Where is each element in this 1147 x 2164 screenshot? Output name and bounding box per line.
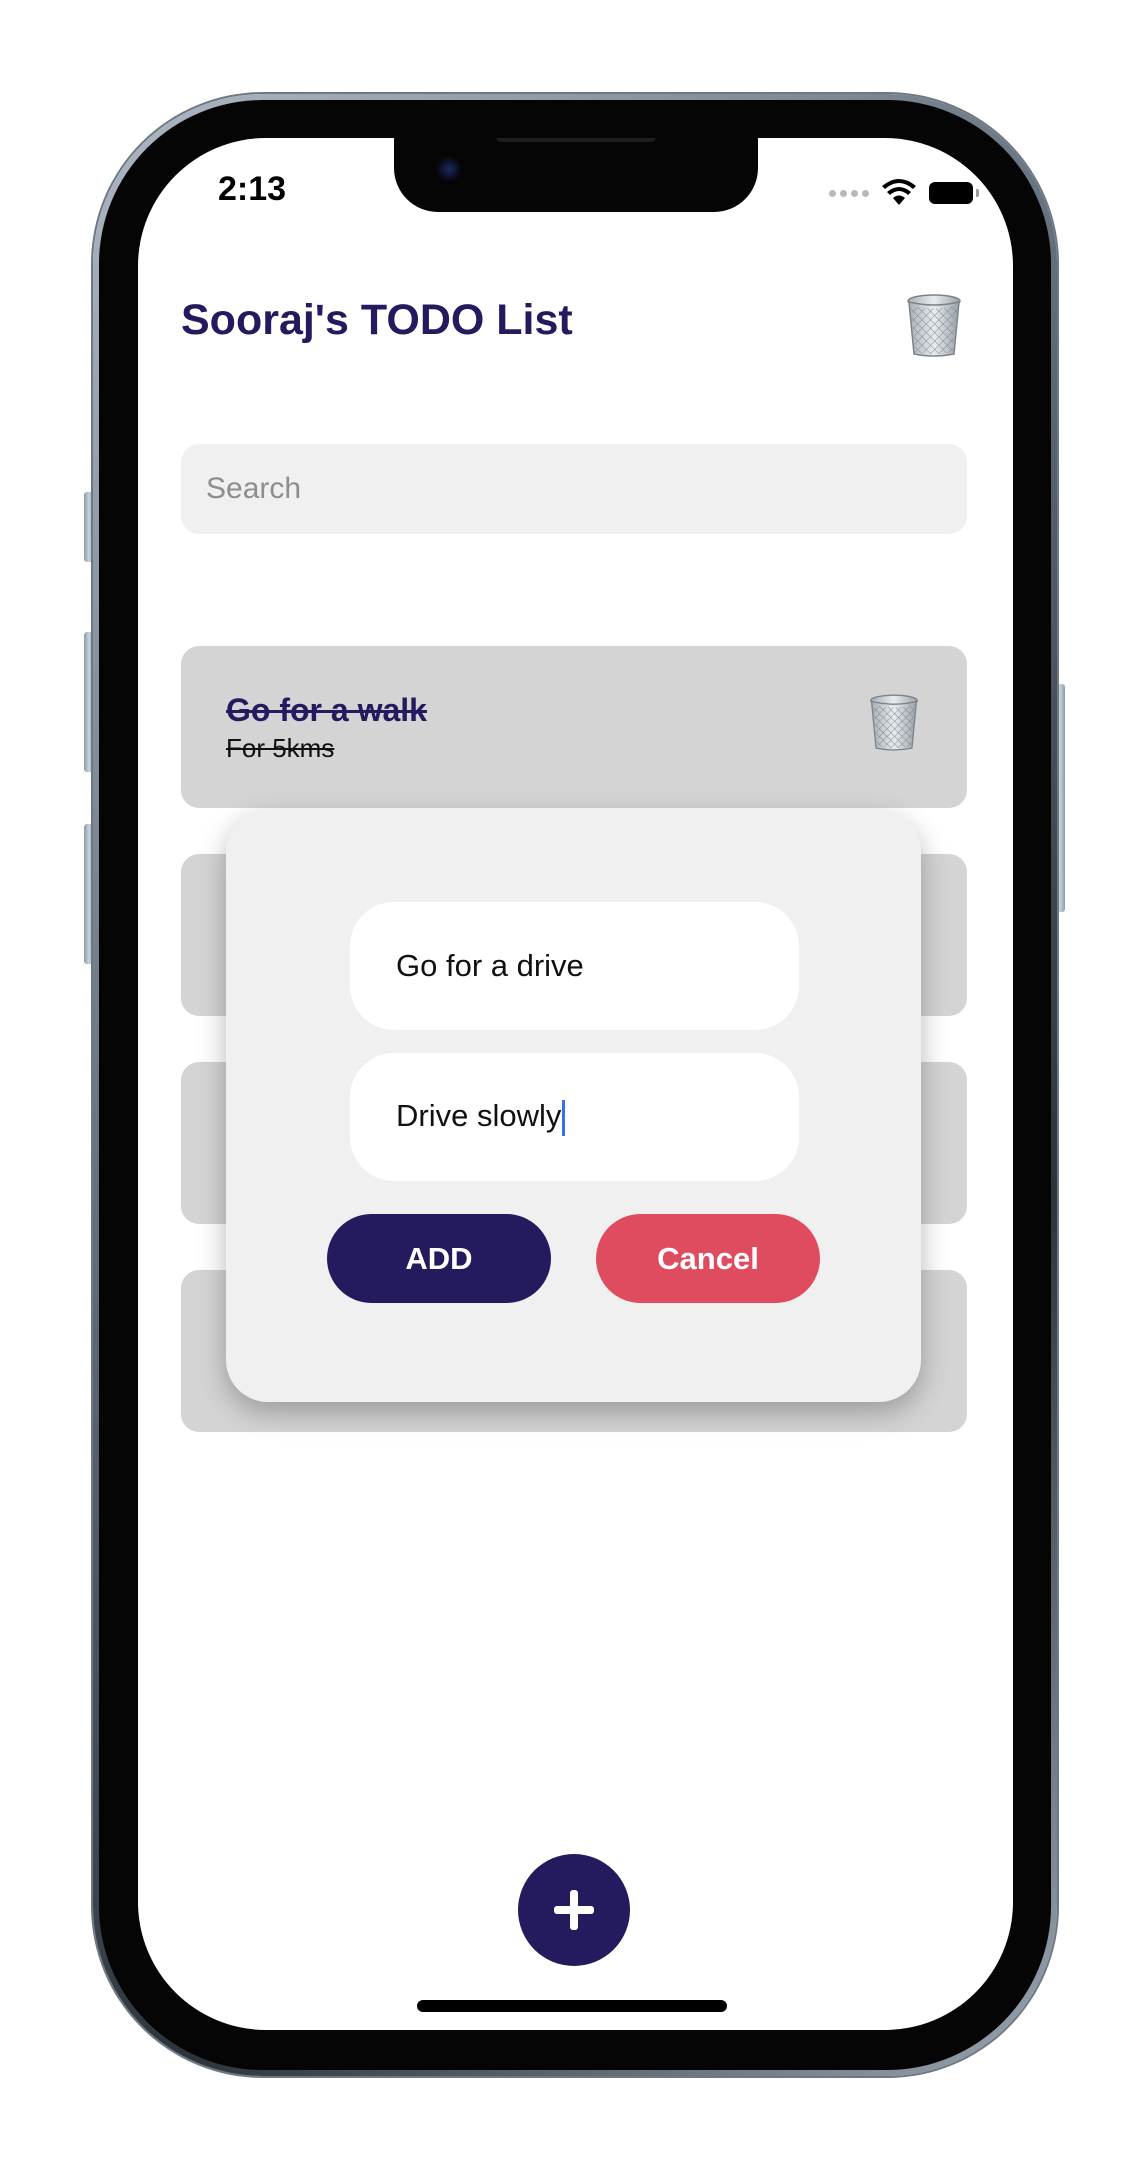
todo-description-field[interactable]: Drive slowly bbox=[350, 1053, 799, 1181]
todo-description: For 5kms bbox=[226, 733, 335, 763]
front-camera bbox=[436, 156, 462, 182]
home-indicator[interactable] bbox=[417, 2000, 727, 2012]
notch bbox=[394, 138, 758, 212]
add-todo-dialog: Go for a drive Drive slowly ADD Cancel bbox=[226, 810, 921, 1402]
status-indicators bbox=[829, 178, 979, 208]
cancel-button[interactable]: Cancel bbox=[596, 1214, 820, 1303]
signal-icon bbox=[829, 189, 869, 197]
app-screen: 2:13 Sooraj's TODO List Go for a walk Fo… bbox=[138, 138, 1013, 2030]
todo-description-text: Drive slowly bbox=[396, 1098, 562, 1134]
add-todo-button[interactable] bbox=[518, 1854, 630, 1966]
delete-todo-icon[interactable] bbox=[868, 694, 920, 752]
todo-card[interactable]: Go for a walk For 5kms bbox=[181, 646, 967, 808]
search-bar[interactable] bbox=[181, 444, 967, 534]
battery-icon bbox=[929, 182, 979, 204]
wifi-icon bbox=[882, 179, 916, 205]
text-caret bbox=[562, 1099, 566, 1136]
page-title: Sooraj's TODO List bbox=[181, 296, 573, 344]
add-button[interactable]: ADD bbox=[327, 1214, 551, 1303]
plus-icon bbox=[554, 1890, 594, 1930]
trash-icon[interactable] bbox=[905, 294, 963, 358]
status-time: 2:13 bbox=[218, 170, 287, 208]
speaker-grille bbox=[496, 138, 656, 142]
todo-title-field[interactable]: Go for a drive bbox=[350, 902, 799, 1030]
todo-title-value: Go for a drive bbox=[396, 948, 584, 983]
search-input[interactable] bbox=[204, 471, 948, 507]
todo-description-value: Drive slowly bbox=[396, 1098, 566, 1136]
todo-title: Go for a walk bbox=[226, 692, 427, 728]
